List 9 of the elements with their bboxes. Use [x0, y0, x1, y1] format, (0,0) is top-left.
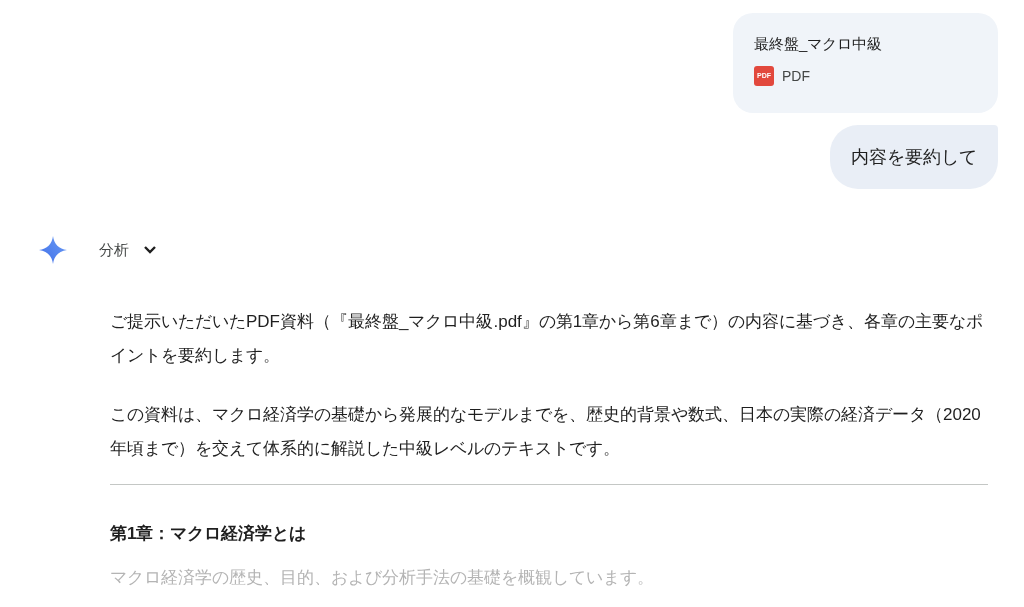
- paragraph: マクロ経済学の歴史、目的、および分析手法の基礎を概観しています。: [110, 566, 654, 589]
- thinking-toggle[interactable]: 分析: [99, 238, 157, 262]
- file-name: 最終盤_マクロ中級: [754, 34, 883, 54]
- paragraph: ご提示いただいたPDF資料（『最終盤_マクロ中級.pdf』の第1章から第6章まで）の内容に基づき、各章の主要なポイントを要約します。: [110, 311, 984, 367]
- file-type: PDF: [782, 66, 810, 86]
- sparkle-icon: [38, 235, 68, 265]
- paragraph: この資料は、マクロ経済学の基礎から発展的なモデルまでを、歴史的背景や数式、日本の実際の経済データ（2020年頃まで）を交えて体系的に解説した中級レベルのテキストです。: [110, 404, 982, 460]
- user-message: 内容を要約して: [830, 125, 998, 189]
- section-heading: 第1章：マクロ経済学とは: [110, 523, 307, 545]
